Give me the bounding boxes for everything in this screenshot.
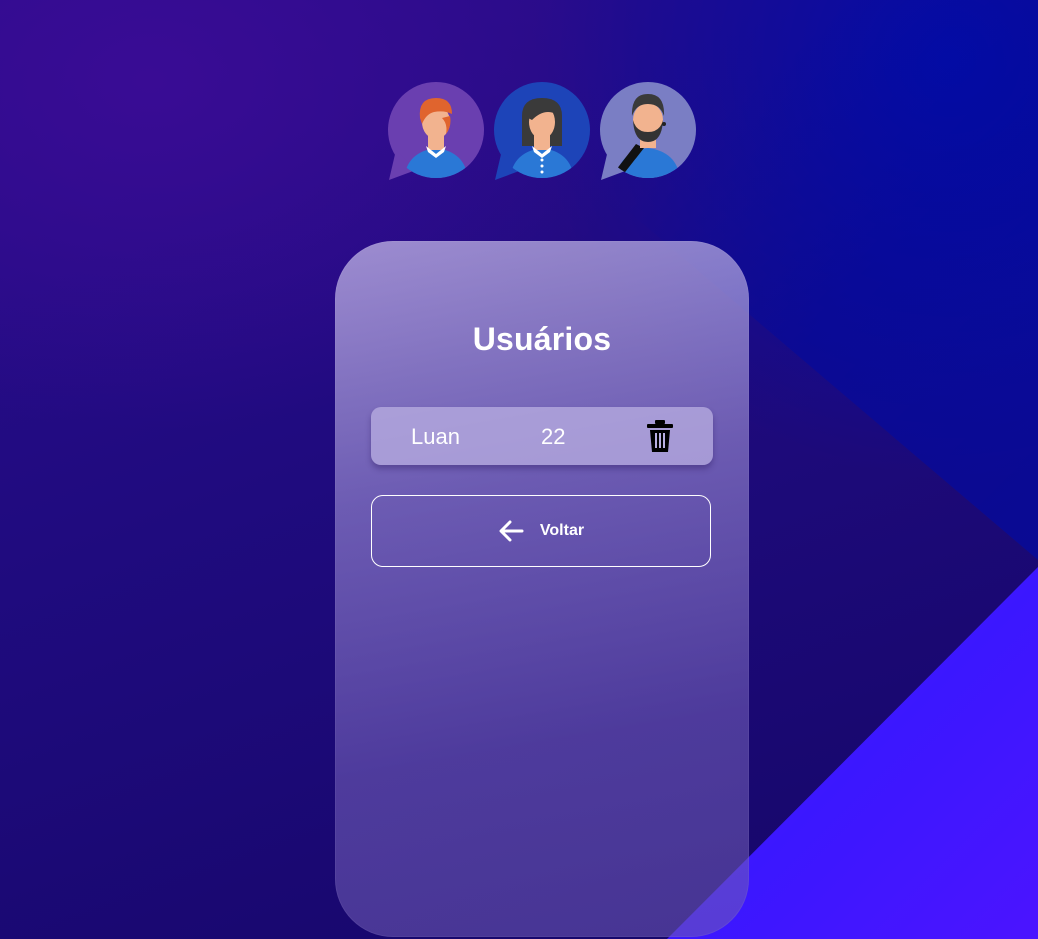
- trash-icon[interactable]: [647, 420, 673, 452]
- users-card: Usuários Luan 22 Voltar: [335, 241, 749, 937]
- female-avatar-icon: [494, 82, 590, 180]
- user-age: 22: [541, 424, 566, 449]
- page-title: Usuários: [472, 321, 612, 357]
- avatar-group: [386, 80, 698, 184]
- user-list-item: Luan 22: [371, 407, 713, 465]
- user-name: Luan: [411, 424, 460, 449]
- back-button-label: Voltar: [539, 522, 585, 539]
- bearded-male-avatar-icon: [600, 82, 696, 180]
- male-orange-hair-avatar-icon: [388, 82, 484, 180]
- arrow-left-icon: [499, 520, 524, 542]
- back-button[interactable]: Voltar: [371, 495, 711, 567]
